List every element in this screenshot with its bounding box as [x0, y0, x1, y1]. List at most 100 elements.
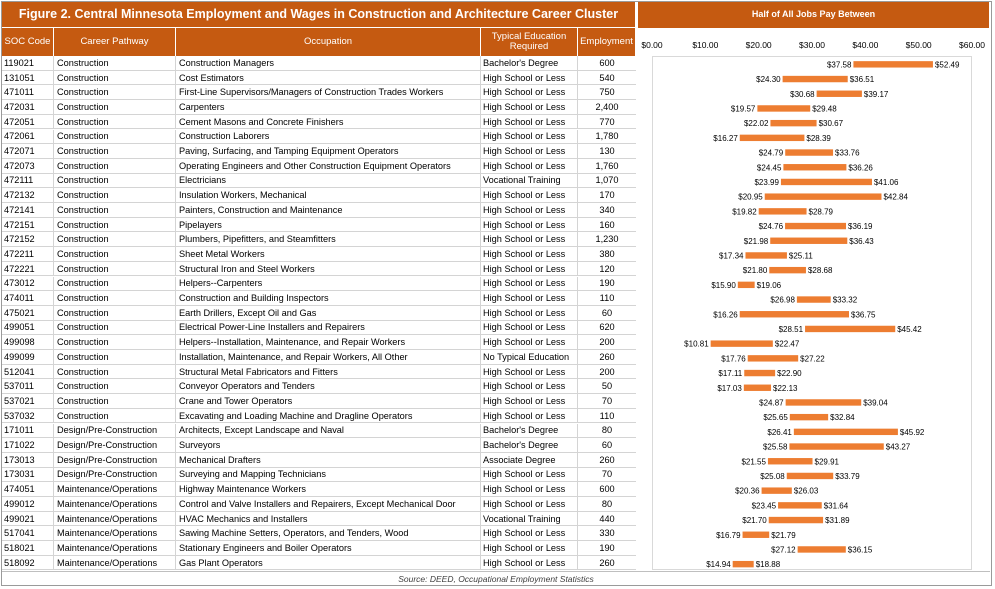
chart-title: Half of All Jobs Pay Between: [638, 2, 990, 28]
employment-cell: 80: [601, 498, 613, 509]
employment-cell: 200: [599, 337, 615, 348]
soc-cell: 472051: [2, 114, 54, 129]
soc-cell: 512041: [2, 364, 54, 379]
range-bar: [816, 90, 862, 97]
occupation-cell: Highway Maintenance Workers: [176, 482, 481, 496]
pathway-cell: Design/Pre-Construction: [54, 467, 176, 482]
employment-cell: 170: [599, 190, 615, 201]
range-bar: [793, 428, 898, 436]
col-header-pathway: Career Pathway: [54, 28, 176, 56]
table-row: 499012 Maintenance/Operations Control and …: [2, 497, 636, 512]
soc-cell: 499099: [2, 350, 54, 364]
range-bar: [745, 252, 787, 259]
high-wage-label: $39.17: [864, 90, 889, 99]
low-wage-label: $30.68: [790, 90, 815, 99]
education-cell: Bachelor's Degree: [481, 56, 578, 70]
pathway-cell: Construction: [54, 114, 176, 129]
x-tick-label: $50.00: [905, 40, 932, 50]
high-wage-label: $33.79: [835, 472, 860, 481]
education-cell: High School or Less: [481, 526, 578, 541]
high-wage-label: $36.26: [848, 163, 873, 172]
range-bar: [767, 458, 813, 465]
occupation-cell: Painters, Construction and Maintenance: [176, 203, 481, 217]
high-wage-label: $29.91: [815, 457, 840, 466]
education-cell: High School or Less: [481, 70, 578, 85]
soc-cell: 472151: [2, 217, 54, 232]
high-wage-label: $21.79: [771, 531, 796, 540]
pathway-cell: Construction: [54, 408, 176, 423]
education-cell: High School or Less: [481, 188, 578, 202]
range-bar: [744, 369, 776, 377]
low-wage-label: $24.30: [756, 75, 781, 84]
education-cell: High School or Less: [481, 114, 578, 129]
high-wage-label: $36.51: [850, 75, 875, 84]
occupation-cell: Construction and Building Inspectors: [176, 291, 481, 305]
education-cell: High School or Less: [481, 217, 578, 232]
soc-cell: 173031: [2, 467, 54, 482]
table-row: 472111 Construction Electricians Vocational…: [2, 173, 636, 189]
low-wage-label: $22.02: [744, 119, 769, 128]
high-wage-label: $41.06: [874, 178, 899, 187]
soc-cell: 171022: [2, 438, 54, 452]
occupation-cell: Sawing Machine Setters, Operators, and T…: [176, 526, 481, 541]
employment-cell: 770: [599, 116, 615, 127]
occupation-cell: Mechanical Drafters: [176, 452, 481, 467]
high-wage-label: $28.79: [809, 207, 834, 216]
range-bar: [796, 296, 831, 303]
x-tick-label: $20.00: [745, 40, 772, 50]
table-row: 472071 Construction Paving, Surfacing, and…: [2, 144, 636, 159]
high-wage-label: $33.76: [835, 149, 860, 158]
pathway-cell: Maintenance/Operations: [54, 526, 176, 541]
soc-cell: 499051: [2, 320, 54, 335]
high-wage-label: $33.32: [833, 296, 858, 305]
high-wage-label: $26.03: [794, 487, 819, 496]
employment-cell: 600: [599, 484, 615, 495]
col-header-education: Typical Education Required: [481, 28, 578, 56]
range-bar: [778, 502, 822, 509]
soc-cell: 518092: [2, 555, 54, 570]
occupation-cell: Structural Iron and Steel Workers: [176, 261, 481, 276]
pathway-cell: Construction: [54, 261, 176, 276]
soc-cell: 472152: [2, 232, 54, 247]
range-bar: [742, 531, 770, 538]
range-bar: [783, 164, 847, 171]
education-cell: Associate Degree: [481, 452, 578, 467]
employment-cell: 380: [599, 248, 615, 259]
table-row: 499021 Maintenance/Operations HVAC Mechani…: [2, 511, 636, 527]
range-bar: [737, 281, 755, 289]
soc-cell: 537021: [2, 394, 54, 408]
source-note: Source: DEED, Occupational Employment St…: [2, 571, 990, 586]
pathway-cell: Construction: [54, 247, 176, 261]
table-row: 171011 Design/Pre-Construction Architects,…: [2, 423, 636, 439]
education-cell: High School or Less: [481, 261, 578, 276]
soc-cell: 472061: [2, 129, 54, 144]
table-row: 131051 Construction Cost Estimators High Sc…: [2, 70, 636, 86]
range-bar-chart: $37.58 $52.49 $24.30 $36.51 $30.68 $39.17 $19.…: [684, 60, 960, 569]
occupation-cell: Surveyors: [176, 438, 481, 452]
low-wage-label: $10.81: [684, 340, 709, 349]
occupation-cell: Earth Drillers, Except Oil and Gas: [176, 305, 481, 320]
low-wage-label: $24.79: [759, 149, 784, 158]
table-row: 472221 Construction Structural Iron and St…: [2, 261, 636, 277]
table-row: 472051 Construction Cement Masons and Conc…: [2, 114, 636, 130]
employment-cell: 70: [601, 469, 613, 480]
table-row: 537021 Construction Crane and Tower Operat…: [2, 394, 636, 409]
employment-cell: 1,070: [595, 175, 619, 186]
table-row: 173031 Design/Pre-Construction Surveying a…: [2, 467, 636, 483]
high-wage-label: $36.19: [848, 222, 873, 231]
pathway-cell: Maintenance/Operations: [54, 482, 176, 496]
education-cell: High School or Less: [481, 203, 578, 217]
pathway-cell: Construction: [54, 305, 176, 320]
soc-cell: 499098: [2, 335, 54, 349]
range-bar: [739, 134, 805, 142]
low-wage-label: $28.51: [779, 325, 804, 334]
low-wage-label: $21.80: [743, 266, 768, 275]
soc-cell: 472073: [2, 158, 54, 173]
low-wage-label: $14.94: [706, 560, 731, 569]
table-row: 474051 Maintenance/Operations Highway Main…: [2, 482, 636, 497]
employment-cell: 60: [601, 440, 613, 451]
high-wage-label: $36.15: [848, 545, 873, 554]
occupation-cell: Control and Valve Installers and Repaire…: [176, 497, 481, 511]
soc-cell: 474051: [2, 482, 54, 496]
range-bar: [785, 399, 862, 406]
